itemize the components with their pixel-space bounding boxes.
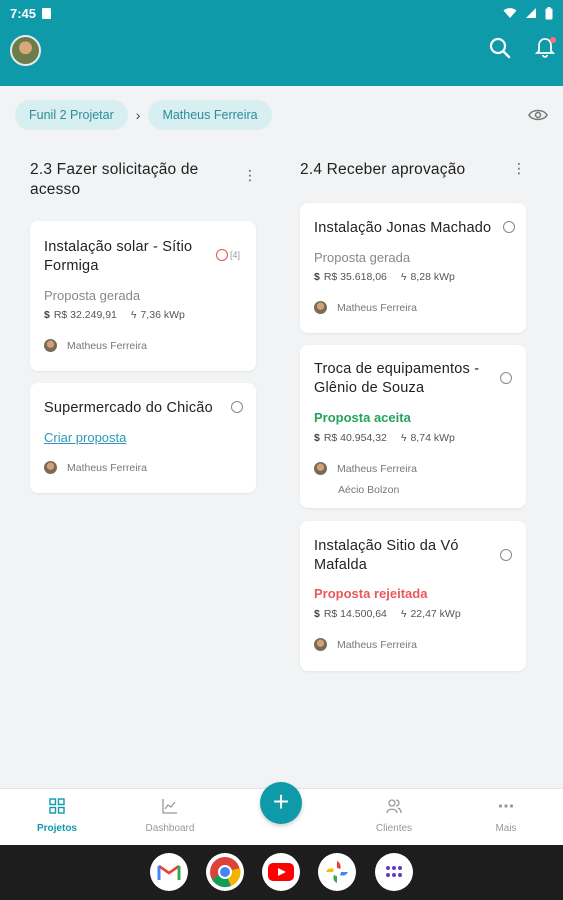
task-count: [4] [230,250,241,260]
wifi-icon [503,8,517,18]
card-owner: Matheus Ferreira [44,339,147,352]
card-power: 7,36 kWp [140,309,185,321]
photos-icon[interactable] [318,853,356,891]
notification-dot [550,37,556,43]
gmail-icon[interactable] [150,853,188,891]
card-owner: Matheus Ferreira [314,638,417,651]
check-circle-icon [500,549,512,561]
search-icon[interactable] [488,36,512,60]
youtube-icon[interactable] [262,853,300,891]
chevron-right-icon: › [135,107,141,123]
card-value: R$ 32.249,91 [53,309,117,321]
card-status: Proposta gerada [314,250,411,265]
nav-clientes[interactable]: Clientes [354,789,434,846]
add-project-button[interactable]: + [260,782,302,824]
card-meta: $ R$ 32.249,91 ϟ 7,36 kWp [44,309,185,321]
card-meta: $ R$ 35.618,06 ϟ 8,28 kWp [314,271,455,283]
column-menu-icon[interactable]: ⋮ [243,168,257,182]
breadcrumb-user[interactable]: Matheus Ferreira [148,100,272,130]
check-circle-icon [216,249,228,261]
avatar [314,462,327,475]
card-power: 8,74 kWp [410,432,455,444]
owner-name: Matheus Ferreira [67,461,147,474]
card-title: Instalação Sitio da Vó Mafalda [314,538,459,573]
check-circle-icon [231,401,243,413]
people-icon [386,799,402,814]
card-meta: $ R$ 14.500,64 ϟ 22,47 kWp [314,608,461,620]
owner-name: Matheus Ferreira [337,638,417,651]
card-value: R$ 40.954,32 [323,432,387,444]
project-card[interactable]: Supermercado do Chicão Criar proposta Ma… [30,383,256,493]
column-title: 2.4 Receber aprovação [300,161,466,178]
chrome-icon[interactable] [206,853,244,891]
status-bar: 7:45 [0,0,563,26]
battery-icon [545,6,553,19]
chart-icon [162,799,177,814]
app-bar [0,26,563,86]
card-owner: Matheus Ferreira [314,462,417,475]
owner-name: Matheus Ferreira [67,339,147,352]
dollar-icon: $ [314,432,320,444]
nav-label: Dashboard [145,823,195,834]
card-title: Supermercado do Chicão [44,400,213,416]
avatar [44,461,57,474]
project-card[interactable]: Troca de equipamentos - Glênio de Souza … [300,345,526,508]
nav-projetos[interactable]: Projetos [17,789,97,846]
lightning-icon: ϟ [400,432,407,444]
avatar [314,301,327,314]
lightning-icon: ϟ [400,608,407,620]
card-status: Proposta aceita [314,410,411,425]
column-title: 2.3 Fazer solicitação de acesso [30,161,199,198]
dollar-icon: $ [314,608,320,620]
owner-name: Matheus Ferreira [337,301,417,314]
card-title: Instalação Jonas Machado [314,220,492,236]
avatar [314,638,327,651]
notifications-bell-icon[interactable] [533,36,557,60]
create-proposal-link[interactable]: Criar proposta [44,430,126,445]
check-circle-icon [503,221,515,233]
nav-mais[interactable]: Mais [466,789,546,846]
project-card[interactable]: Instalação Jonas Machado Proposta gerada… [300,203,526,333]
cell-signal-icon [526,8,536,18]
project-card[interactable]: Instalação Sitio da Vó Mafalda Proposta … [300,521,526,671]
breadcrumb-funnel[interactable]: Funil 2 Projetar [15,100,128,130]
eye-icon[interactable] [528,107,548,123]
lightning-icon: ϟ [130,309,137,321]
more-icon [498,804,514,808]
card-value: R$ 14.500,64 [323,608,387,620]
check-circle-icon [500,372,512,384]
project-card[interactable]: Instalação solar - Sítio Formiga [4] Pro… [30,221,256,371]
card-power: 22,47 kWp [410,608,461,620]
card-value: R$ 35.618,06 [323,271,387,283]
nav-label: Clientes [375,823,413,834]
sd-card-icon [42,7,52,19]
nav-dashboard[interactable]: Dashboard [130,789,210,846]
dollar-icon: $ [314,271,320,283]
card-meta: $ R$ 40.954,32 ϟ 8,74 kWp [314,432,455,444]
card-status: Proposta rejeitada [314,586,428,601]
grid-icon [49,798,65,814]
nav-label: Projetos [36,823,77,834]
status-time: 7:45 [10,5,37,21]
app-drawer-icon[interactable] [375,853,413,891]
card-title: Troca de equipamentos - Glênio de Souza [314,361,480,396]
breadcrumb: Funil 2 Projetar › Matheus Ferreira [15,100,272,130]
owner-name: Matheus Ferreira [337,462,417,475]
card-title: Instalação solar - Sítio Formiga [44,239,193,274]
card-status: Proposta gerada [44,288,141,303]
user-avatar[interactable] [10,35,41,66]
card-power: 8,28 kWp [410,271,455,283]
system-dock [0,845,563,900]
card-owner: Matheus Ferreira [314,301,417,314]
second-owner-name: Aécio Bolzon [338,484,400,496]
lightning-icon: ϟ [400,271,407,283]
column-menu-icon[interactable]: ⋮ [512,161,526,175]
nav-label: Mais [495,823,517,834]
card-owner: Matheus Ferreira [44,461,147,474]
avatar [44,339,57,352]
dollar-icon: $ [44,309,50,321]
